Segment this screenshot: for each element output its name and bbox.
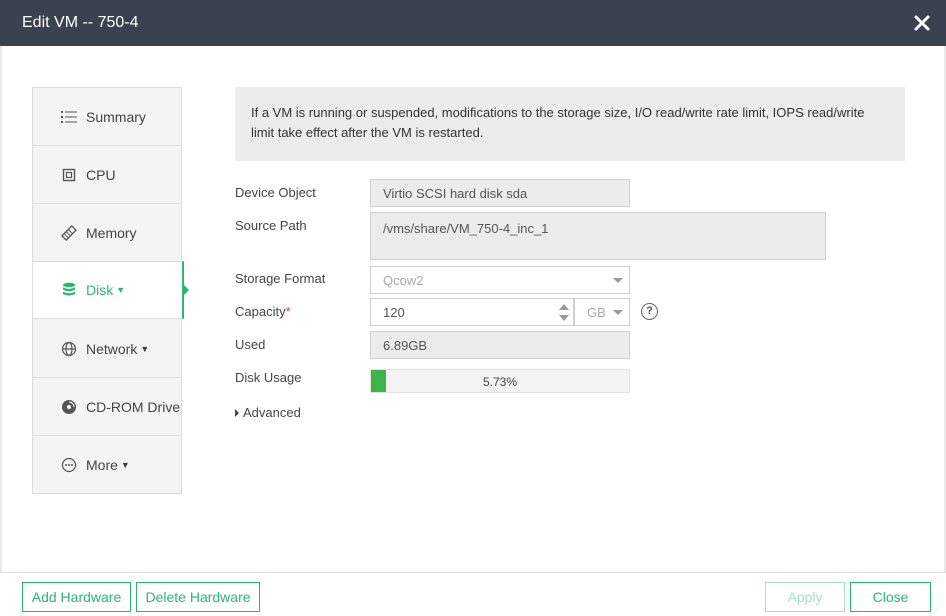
disk-usage-percent: 5.73%: [482, 375, 518, 389]
nav-item-label: Network: [86, 340, 138, 357]
dialog-left-border: [0, 46, 2, 572]
hardware-nav: Summary CPU Memory Disk ▼ Network ▼ CD-R…: [32, 87, 184, 494]
capacity-input[interactable]: 120: [370, 298, 574, 326]
database-icon: [61, 282, 77, 298]
chevron-down-icon: ▼: [120, 460, 130, 470]
nav-item-summary[interactable]: Summary: [33, 88, 181, 146]
active-pointer-icon: [183, 284, 189, 296]
capacity-stepper[interactable]: [555, 299, 573, 325]
nav-item-cpu[interactable]: CPU: [33, 146, 181, 204]
help-icon[interactable]: ?: [641, 303, 658, 320]
capacity-label: Capacity*: [235, 304, 291, 319]
chevron-down-icon: ▼: [140, 343, 150, 354]
add-hardware-button[interactable]: Add Hardware: [22, 582, 131, 612]
restart-notice: If a VM is running or suspended, modific…: [235, 87, 905, 161]
source-path-field: /vms/share/VM_750-4_inc_1: [370, 212, 826, 260]
nav-item-disk[interactable]: Disk ▼: [32, 261, 184, 319]
storage-format-value: Qcow2: [383, 273, 424, 288]
advanced-toggle[interactable]: Advanced: [235, 405, 301, 420]
more-icon: [61, 457, 77, 473]
dialog-titlebar: Edit VM -- 750-4: [0, 0, 946, 46]
stepper-up-icon[interactable]: [559, 304, 569, 310]
nav-item-network[interactable]: Network ▼: [33, 320, 181, 378]
used-field: 6.89GB: [370, 331, 630, 359]
capacity-unit-select[interactable]: GB: [574, 298, 630, 326]
nav-item-label: Disk: [86, 282, 114, 298]
nav-item-cdrom[interactable]: CD-ROM Drive: [33, 378, 181, 436]
chevron-down-icon: ▼: [116, 285, 126, 295]
capacity-unit-value: GB: [587, 305, 606, 320]
cpu-icon: [61, 167, 77, 183]
required-mark: *: [285, 304, 291, 319]
device-object-label: Device Object: [235, 185, 316, 200]
nav-item-label: Summary: [86, 108, 146, 125]
disk-usage-bar: 5.73%: [370, 369, 630, 393]
capacity-value: 120: [383, 305, 405, 320]
nav-item-label: CD-ROM Drive: [86, 398, 181, 415]
chevron-down-icon: [613, 278, 623, 283]
stepper-down-icon[interactable]: [559, 315, 569, 321]
nav-item-more[interactable]: More ▼: [33, 436, 181, 494]
caret-right-icon: [235, 408, 239, 417]
device-object-field: Virtio SCSI hard disk sda: [370, 179, 630, 207]
disk-usage-label: Disk Usage: [235, 370, 302, 385]
disc-icon: [61, 399, 77, 415]
storage-format-select[interactable]: Qcow2: [370, 266, 630, 294]
chevron-down-icon: [613, 310, 623, 315]
nav-item-memory[interactable]: Memory: [33, 204, 181, 262]
apply-button[interactable]: Apply: [765, 582, 845, 612]
close-button[interactable]: Close: [850, 582, 931, 612]
globe-icon: [61, 341, 77, 357]
nav-item-label: Memory: [86, 224, 137, 241]
delete-hardware-button[interactable]: Delete Hardware: [136, 582, 260, 612]
nav-item-label: CPU: [86, 166, 116, 183]
used-label: Used: [235, 337, 266, 352]
advanced-label: Advanced: [243, 405, 301, 420]
footer-divider: [0, 572, 946, 573]
source-path-label: Source Path: [235, 218, 307, 233]
close-icon[interactable]: [912, 13, 932, 33]
nav-item-label: More: [86, 457, 118, 473]
list-icon: [61, 109, 77, 125]
memory-icon: [61, 224, 77, 241]
dialog-title: Edit VM -- 750-4: [22, 14, 139, 31]
storage-format-label: Storage Format: [235, 271, 326, 286]
